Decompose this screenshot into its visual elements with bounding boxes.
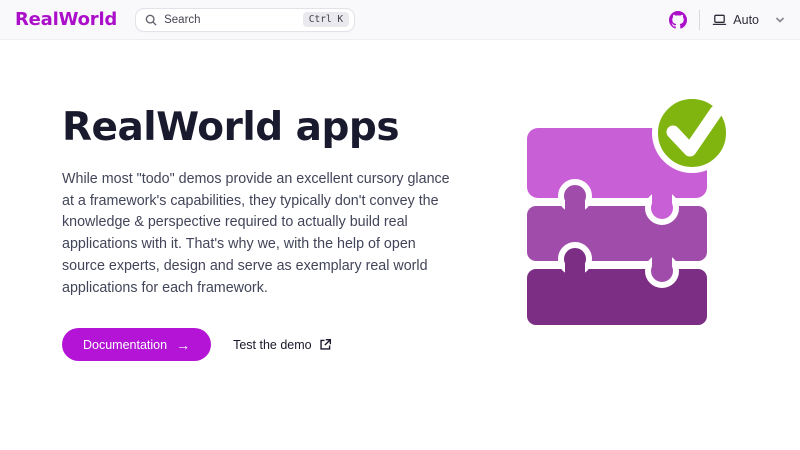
search-shortcut-kbd: Ctrl K [303,12,349,28]
github-icon [669,11,687,29]
github-link[interactable] [669,11,687,29]
documentation-button[interactable]: Documentation → [62,328,211,361]
laptop-icon [712,12,727,27]
arrow-right-icon: → [176,338,190,352]
puzzle-piece-bottom [527,269,707,325]
documentation-button-label: Documentation [83,338,167,352]
test-demo-link[interactable]: Test the demo [233,338,332,352]
header-divider [699,10,700,30]
test-demo-label: Test the demo [233,338,312,352]
hero-actions: Documentation → Test the demo [62,328,800,361]
theme-label: Auto [733,13,759,27]
search-input[interactable]: Search Ctrl K [135,8,355,32]
realworld-puzzle-logo [517,83,747,333]
theme-selector[interactable]: Auto [712,12,785,27]
puzzle-piece-middle [527,206,707,261]
header-right-group: Auto [669,10,785,30]
site-header: RealWorld Search Ctrl K Auto [0,0,800,40]
hero-section: RealWorld apps While most "todo" demos p… [0,40,800,361]
external-link-icon [319,338,332,351]
site-logo[interactable]: RealWorld [15,9,117,30]
search-icon [145,14,157,26]
search-placeholder: Search [164,14,303,26]
chevron-down-icon [775,15,785,25]
